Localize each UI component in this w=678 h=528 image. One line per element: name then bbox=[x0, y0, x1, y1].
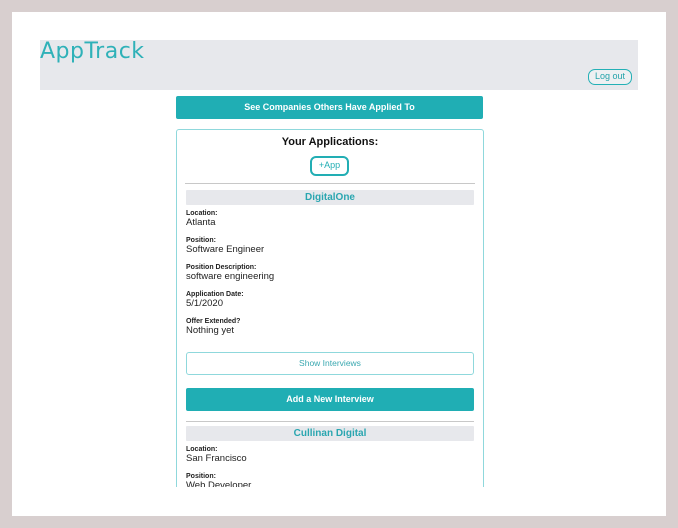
offer-field: Offer Extended? Nothing yet bbox=[186, 318, 240, 336]
location-field: Location: San Francisco bbox=[186, 446, 247, 464]
location-label: Location: bbox=[186, 210, 218, 217]
viewport-bottom-mask bbox=[12, 487, 666, 516]
brand-logo[interactable]: AppTrack bbox=[40, 39, 145, 64]
description-value: software engineering bbox=[186, 271, 275, 282]
location-value: Atlanta bbox=[186, 217, 216, 228]
divider bbox=[186, 421, 474, 422]
applications-title: Your Applications: bbox=[281, 136, 379, 148]
description-label: Position Description: bbox=[186, 264, 257, 271]
app-window: AppTrack Log out See Companies Others Ha… bbox=[12, 12, 666, 516]
position-label: Position: bbox=[186, 473, 216, 480]
add-interview-button[interactable]: Add a New Interview bbox=[186, 388, 474, 411]
logout-button[interactable]: Log out bbox=[587, 69, 632, 85]
date-label: Application Date: bbox=[186, 291, 244, 298]
navbar: AppTrack Log out bbox=[40, 39, 638, 90]
offer-value: Nothing yet bbox=[186, 325, 235, 336]
divider bbox=[185, 183, 475, 184]
add-app-button[interactable]: +App bbox=[310, 156, 349, 176]
application-card: Cullinan Digital Location: San Francisco… bbox=[186, 426, 474, 491]
date-value: 5/1/2020 bbox=[186, 298, 223, 309]
position-field: Position: Software Engineer bbox=[186, 237, 264, 255]
location-value: San Francisco bbox=[186, 453, 247, 464]
see-others-button[interactable]: See Companies Others Have Applied To bbox=[176, 96, 483, 119]
company-name: DigitalOne bbox=[186, 190, 474, 205]
date-field: Application Date: 5/1/2020 bbox=[186, 291, 244, 309]
position-label: Position: bbox=[186, 237, 216, 244]
location-field: Location: Atlanta bbox=[186, 210, 218, 228]
show-interviews-button[interactable]: Show Interviews bbox=[186, 352, 474, 375]
location-label: Location: bbox=[186, 446, 218, 453]
position-value: Software Engineer bbox=[186, 244, 265, 255]
offer-label: Offer Extended? bbox=[186, 318, 241, 325]
company-name: Cullinan Digital bbox=[186, 426, 474, 441]
application-card: DigitalOne Location: Atlanta Position: S… bbox=[186, 190, 474, 422]
applications-panel: Your Applications: +App DigitalOne Locat… bbox=[176, 129, 484, 516]
description-field: Position Description: software engineeri… bbox=[186, 264, 274, 282]
